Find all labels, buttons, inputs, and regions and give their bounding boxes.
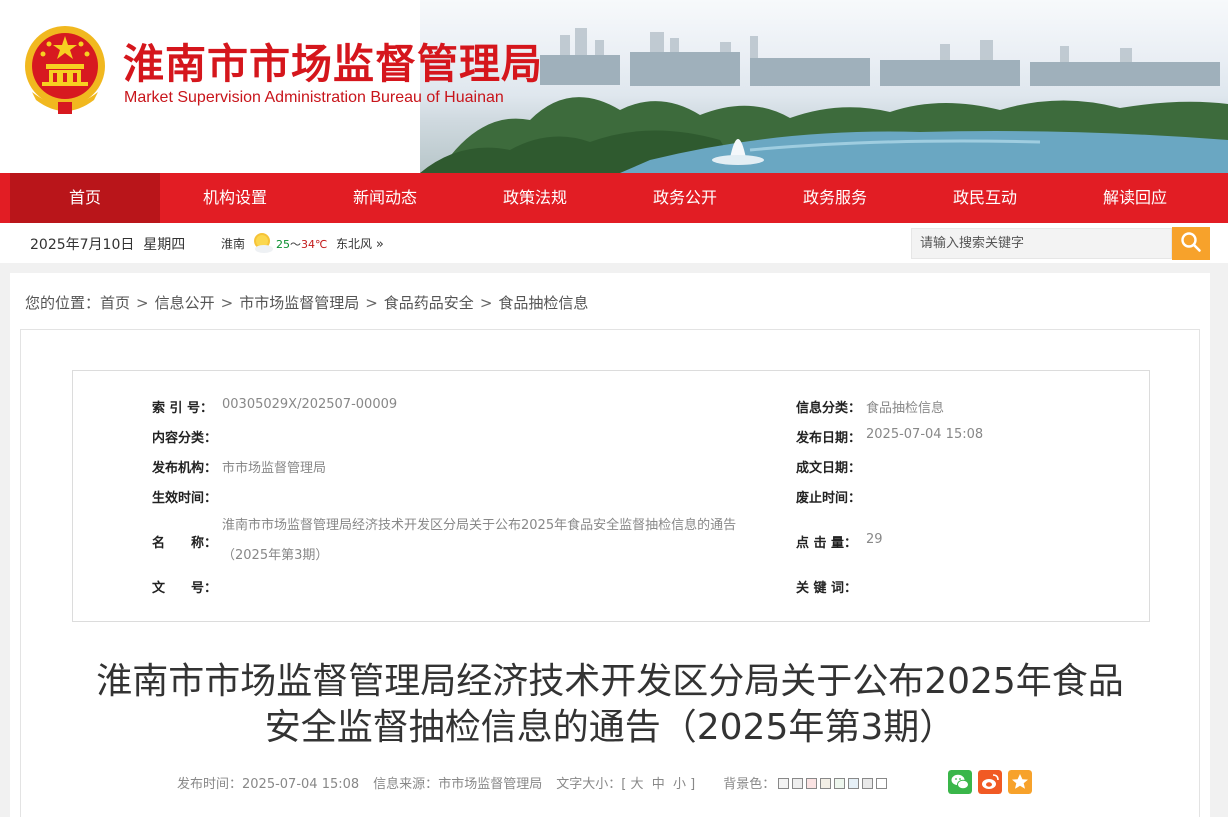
site-header: 淮南市市场监督管理局 Market Supervision Administra… (0, 0, 1228, 173)
nav-item-organization[interactable]: 机构设置 (160, 173, 310, 223)
weekday-text: 星期四 (143, 237, 186, 253)
clicks-label: 点 击 量： (796, 536, 858, 551)
breadcrumb-link-bureau[interactable]: 市市场监督管理局 (239, 294, 359, 312)
background-swatch-3[interactable] (806, 778, 818, 789)
name-label: 名 称： (152, 536, 218, 551)
publish-date-value: 2025-07-04 15:08 (866, 427, 984, 442)
background-color-label: 背景色： (723, 777, 776, 792)
doc-no-label: 文 号： (152, 581, 218, 596)
favorite-icon[interactable] (1008, 770, 1032, 794)
breadcrumb-link-info-public[interactable]: 信息公开 (155, 294, 215, 312)
site-title: 淮南市市场监督管理局 (123, 40, 543, 88)
breadcrumb-separator: > (136, 294, 149, 312)
breadcrumb: 您的位置：首页 > 信息公开 > 市市场监督管理局 > 食品药品安全 > 食品抽检信息 (25, 292, 588, 313)
source-label: 信息来源： (373, 777, 439, 792)
temperature-low: 25 (276, 238, 290, 251)
article-info-bar: 发布时间：2025-07-04 15:08 信息来源：市市场监督管理局 文字大小：[… (177, 773, 888, 792)
breadcrumb-link-food-sampling[interactable]: 食品抽检信息 (498, 294, 588, 312)
effective-date-label: 生效时间： (152, 491, 218, 506)
background-swatch-5[interactable] (834, 778, 846, 789)
wechat-icon[interactable] (948, 770, 972, 794)
wind-info[interactable]: 东北风 » (336, 235, 384, 252)
background-swatch-4[interactable] (820, 778, 832, 789)
publisher-label: 发布机构： (152, 461, 218, 476)
publisher-value: 市市场监督管理局 (222, 461, 327, 476)
font-size-open-bracket: [ (621, 777, 627, 792)
category-value: 食品抽检信息 (866, 401, 945, 416)
search-input[interactable] (911, 228, 1172, 259)
publish-time-label: 发布时间： (177, 777, 243, 792)
article-title-line-2: 安全监督抽检信息的通告（2025年第3期） (264, 707, 956, 748)
clicks-value: 29 (866, 532, 883, 547)
current-date: 2025年7月10日 星期四 (30, 234, 185, 254)
temperature-high: 34℃ (301, 238, 328, 251)
content-type-label: 内容分类： (152, 431, 218, 446)
content-card: 您的位置：首页 > 信息公开 > 市市场监督管理局 > 食品药品安全 > 食品抽检信息 索 引 … (10, 273, 1210, 817)
nav-item-services[interactable]: 政务服务 (760, 173, 910, 223)
publish-date-label: 发布日期： (796, 431, 862, 446)
publish-time-value: 2025-07-04 15:08 (242, 777, 360, 792)
weibo-icon[interactable] (978, 770, 1002, 794)
article-title-line-1: 淮南市市场监督管理局经济技术开发区分局关于公布2025年食品 (96, 661, 1124, 702)
search-button[interactable] (1172, 227, 1210, 260)
font-size-label: 文字大小： (556, 777, 622, 792)
nav-item-government-affairs[interactable]: 政务公开 (610, 173, 760, 223)
weather-city: 淮南 (221, 237, 246, 251)
nav-item-policy[interactable]: 政策法规 (460, 173, 610, 223)
name-value: 淮南市市场监督管理局经济技术开发区分局关于公布2025年食品安全监督抽检信息的通… (222, 518, 737, 563)
article-container: 索 引 号： 00305029X/202507-00009 信息分类： 食品抽检… (20, 329, 1200, 817)
index-no-value: 00305029X/202507-00009 (222, 397, 398, 412)
source-value: 市市场监督管理局 (438, 777, 543, 792)
nav-item-home[interactable]: 首页 (10, 173, 160, 223)
double-chevron-right-icon: » (375, 237, 384, 252)
breadcrumb-link-food-drug-safety[interactable]: 食品药品安全 (384, 294, 474, 312)
font-size-small-button[interactable]: 小 (673, 777, 686, 792)
search-icon (1181, 232, 1201, 252)
site-subtitle: Market Supervision Administration Bureau… (124, 89, 504, 106)
background-swatch-1[interactable] (778, 778, 790, 789)
sun-cloud-icon (254, 233, 273, 253)
date-text: 2025年7月10日 (30, 237, 135, 253)
font-size-large-button[interactable]: 大 (630, 777, 643, 792)
keywords-label: 关 键 词： (796, 581, 858, 596)
background-swatch-8[interactable] (876, 778, 888, 789)
main-nav: 首页 机构设置 新闻动态 政策法规 政务公开 政务服务 政民互动 解读回应 (0, 173, 1228, 223)
temperature-separator: ～ (290, 238, 301, 251)
breadcrumb-separator: > (479, 294, 493, 312)
expire-date-label: 废止时间： (796, 491, 862, 506)
temperature-range: 25～34℃ (276, 236, 327, 252)
category-label: 信息分类： (796, 401, 862, 416)
breadcrumb-prefix: 您的位置： (25, 294, 101, 312)
metadata-table: 索 引 号： 00305029X/202507-00009 信息分类： 食品抽检… (72, 370, 1150, 622)
index-no-label: 索 引 号： (152, 401, 214, 416)
article-title: 淮南市市场监督管理局经济技术开发区分局关于公布2025年食品 安全监督抽检信息的… (21, 659, 1199, 751)
utility-bar: 2025年7月10日 星期四 淮南 25～34℃ 东北风 » (0, 223, 1228, 263)
wind-direction: 东北风 (336, 237, 373, 251)
nav-item-interpretation[interactable]: 解读回应 (1060, 173, 1210, 223)
breadcrumb-separator: > (365, 294, 378, 312)
background-swatch-7[interactable] (862, 778, 874, 789)
breadcrumb-separator: > (220, 294, 234, 312)
nav-item-news[interactable]: 新闻动态 (310, 173, 460, 223)
font-size-medium-button[interactable]: 中 (652, 777, 665, 792)
national-emblem-logo (25, 26, 105, 114)
background-swatch-2[interactable] (792, 778, 804, 789)
font-size-close-bracket: ] (690, 777, 696, 792)
background-swatch-6[interactable] (848, 778, 860, 789)
written-date-label: 成文日期： (796, 461, 862, 476)
breadcrumb-link-home[interactable]: 首页 (100, 294, 130, 312)
nav-item-interaction[interactable]: 政民互动 (910, 173, 1060, 223)
